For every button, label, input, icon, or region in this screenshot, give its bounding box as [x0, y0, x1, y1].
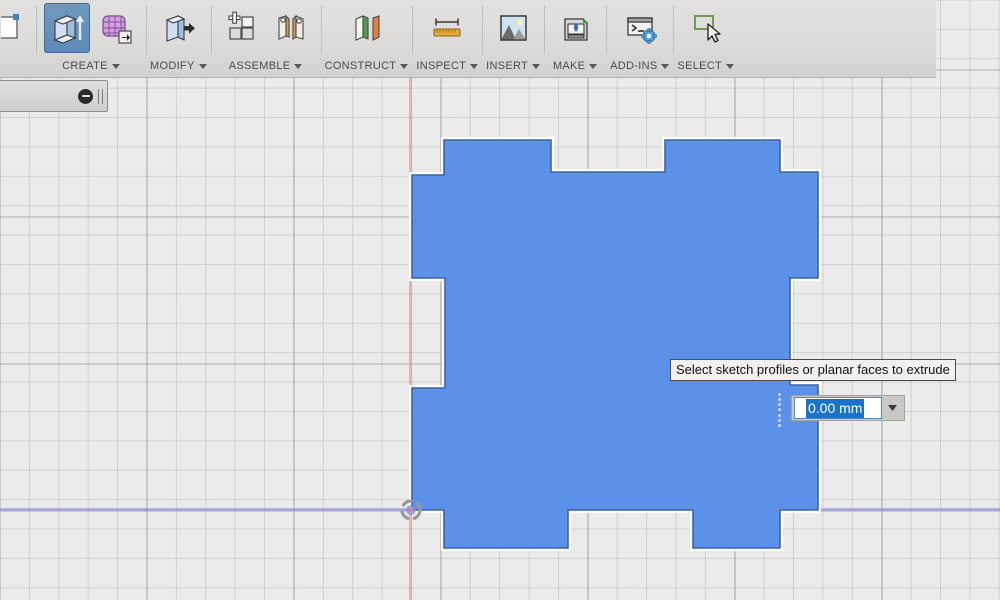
press-pull-arrow-icon — [184, 23, 196, 34]
modeling-canvas[interactable] — [0, 0, 1000, 600]
toolbar-group-addins[interactable]: ADD-INS — [606, 0, 673, 77]
extrude-distance-input[interactable]: 0.00 mm — [794, 397, 882, 419]
new-component-tool[interactable] — [219, 3, 265, 53]
collapse-icon[interactable] — [78, 88, 93, 104]
toolbar-group-make[interactable]: MAKE — [544, 0, 606, 77]
value-dropdown-button[interactable] — [882, 405, 902, 411]
printer-icon — [564, 18, 588, 41]
make-label-text: MAKE — [552, 60, 586, 72]
extrude-arrow-icon — [76, 15, 84, 40]
ruler-icon — [433, 18, 461, 37]
select-window-cursor-icon — [693, 15, 721, 43]
toolbar-group-construct[interactable]: CONSTRUCT — [320, 0, 413, 77]
chevron-down-icon[interactable] — [294, 63, 303, 69]
toolbar-group-label-modify: MODIFY — [150, 56, 207, 76]
joint-icon — [278, 14, 304, 41]
new-component-icon — [228, 11, 254, 40]
toolbar-group-label-create: CREATE — [62, 56, 120, 76]
toolbar-group-label-insert: INSERT — [486, 56, 541, 76]
chevron-down-icon[interactable] — [111, 63, 120, 69]
mesh-tool[interactable] — [92, 3, 138, 53]
tooltip-text: Select sketch profiles or planar faces t… — [676, 362, 950, 377]
plus-icon — [228, 11, 241, 24]
extrude-distance-value[interactable]: 0.00 mm — [806, 398, 865, 418]
chevron-down-icon — [887, 405, 897, 411]
joint-tool[interactable] — [267, 3, 313, 53]
dimension-line — [435, 18, 459, 26]
panel-grip-icon[interactable] — [98, 88, 103, 104]
press-pull-icon — [165, 15, 196, 42]
fusion360-window: CREATE MODIFY ASSEMBLE CONSTRUCT INSPECT… — [0, 0, 1000, 600]
chevron-down-icon[interactable] — [198, 63, 207, 69]
script-gear-icon — [627, 17, 657, 44]
inspect-label-text: INSPECT — [416, 60, 467, 72]
toolbar-group-select[interactable]: SELECT — [673, 0, 738, 77]
toolbar-group-label-assemble: ASSEMBLE — [229, 56, 303, 76]
extrude-profile[interactable] — [411, 139, 819, 549]
toolbar-group-label-construct: CONSTRUCT — [325, 56, 409, 76]
command-tooltip: Select sketch profiles or planar faces t… — [670, 359, 956, 381]
toolbar-group-inspect[interactable]: INSPECT — [412, 0, 482, 77]
press-pull-tool[interactable] — [155, 3, 201, 53]
create-label-text: CREATE — [62, 60, 108, 72]
insert-image-tool[interactable] — [490, 3, 536, 53]
image-icon — [500, 15, 527, 41]
chevron-down-icon[interactable] — [532, 63, 541, 69]
chevron-down-icon[interactable] — [661, 63, 670, 69]
extrude-tool[interactable] — [44, 3, 90, 53]
offset-plane-tool[interactable] — [343, 3, 389, 53]
origin-center — [408, 507, 414, 513]
origin-marker[interactable] — [400, 499, 422, 521]
x-axis-line — [0, 508, 1000, 511]
chevron-down-icon[interactable] — [726, 63, 735, 69]
toolbar-group-label-select: SELECT — [677, 56, 735, 76]
toolbar-group-label-make: MAKE — [552, 56, 598, 76]
main-toolbar[interactable]: CREATE MODIFY ASSEMBLE CONSTRUCT INSPECT… — [0, 0, 936, 78]
select-label-text: SELECT — [677, 60, 723, 72]
scripts-addins-tool[interactable] — [617, 3, 663, 53]
select-tool[interactable] — [683, 3, 729, 53]
measure-tool[interactable] — [424, 3, 470, 53]
offset-plane-icon — [355, 15, 381, 41]
assemble-label-text: ASSEMBLE — [228, 60, 291, 72]
profile-halo — [409, 137, 821, 551]
addins-label-text: ADD-INS — [610, 60, 658, 72]
toolbar-group-label-inspect: INSPECT — [416, 56, 479, 76]
extrude-icon — [53, 15, 84, 44]
toolbar-group-modify[interactable]: MODIFY — [146, 0, 211, 77]
mesh-box-icon — [102, 15, 132, 44]
construct-label-text: CONSTRUCT — [324, 60, 397, 72]
chevron-down-icon[interactable] — [470, 63, 479, 69]
browser-panel-strip[interactable] — [0, 80, 108, 112]
toolbar-group-insert[interactable]: INSERT — [482, 0, 544, 77]
insert-label-text: INSERT — [486, 60, 529, 72]
modify-label-text: MODIFY — [150, 60, 195, 72]
toolbar-group-create[interactable]: CREATE — [36, 0, 146, 77]
create-sketch-icon — [1, 14, 19, 39]
toolbar-group-sketch-partial[interactable] — [0, 0, 36, 77]
chevron-down-icon[interactable] — [589, 63, 598, 69]
toolbar-group-label-addins: ADD-INS — [610, 56, 670, 76]
3d-print-tool[interactable] — [552, 3, 598, 53]
extrude-distance-widget[interactable]: 0.00 mm — [791, 395, 905, 421]
create-sketch-tool[interactable] — [0, 3, 36, 53]
toolbar-group-assemble[interactable]: ASSEMBLE — [210, 0, 321, 77]
chevron-down-icon[interactable] — [400, 63, 409, 69]
manipulator-drag-grip[interactable] — [775, 393, 783, 427]
